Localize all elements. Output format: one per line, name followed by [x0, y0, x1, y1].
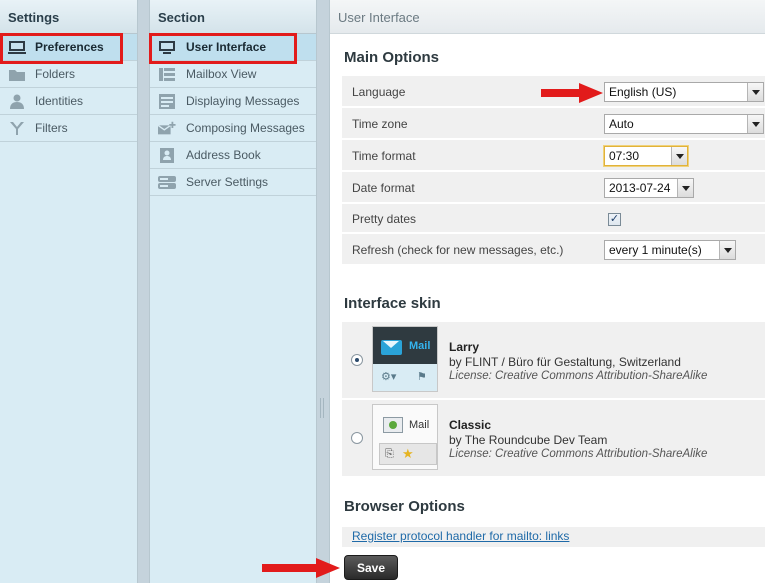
- contact-card-icon: [160, 148, 174, 163]
- option-row-timezone: Time zone Auto: [342, 108, 765, 140]
- interface-skin-heading: Interface skin: [344, 295, 441, 312]
- refresh-select-value: every 1 minute(s): [609, 243, 702, 257]
- main-options-table: Language English (US) Time zone Auto Tim…: [342, 76, 765, 266]
- monitor-icon: [159, 41, 175, 54]
- section-item-label: Address Book: [186, 148, 261, 162]
- section-item-displaying-messages[interactable]: Displaying Messages: [150, 88, 316, 115]
- section-item-user-interface[interactable]: User Interface: [150, 34, 316, 61]
- section-item-label: Displaying Messages: [186, 94, 300, 108]
- settings-nav: Preferences Folders Identities Filters: [0, 34, 137, 142]
- option-row-date-format: Date format 2013-07-24: [342, 172, 765, 204]
- date-format-select-value: 2013-07-24: [609, 181, 671, 195]
- folder-icon: [9, 70, 25, 81]
- section-nav: User Interface Mailbox View Displaying M…: [150, 34, 316, 196]
- section-item-label: Server Settings: [186, 175, 269, 189]
- reply-icon: ⎘: [385, 448, 394, 460]
- envelope-icon: [383, 417, 403, 433]
- skin-license: License: Creative Commons Attribution-Sh…: [449, 448, 708, 460]
- envelope-icon: [381, 340, 402, 355]
- chevron-down-icon: [671, 147, 687, 165]
- skin-name: Classic: [449, 418, 492, 432]
- timezone-select[interactable]: Auto: [604, 114, 764, 134]
- date-format-select[interactable]: 2013-07-24: [604, 178, 694, 198]
- section-item-address-book[interactable]: Address Book: [150, 142, 316, 169]
- time-format-select[interactable]: 07:30: [604, 146, 688, 166]
- register-protocol-handler-link[interactable]: Register protocol handler for mailto: li…: [352, 529, 569, 543]
- compose-mail-icon: [158, 121, 176, 135]
- section-item-label: User Interface: [186, 40, 267, 54]
- skin-author: by The Roundcube Dev Team: [449, 433, 608, 447]
- skin-radio-larry[interactable]: [351, 354, 363, 366]
- save-button[interactable]: Save: [344, 555, 398, 580]
- chevron-down-icon: [719, 241, 735, 259]
- chevron-down-icon: [747, 83, 763, 101]
- skin-name: Larry: [449, 340, 480, 354]
- pane-splitter-handle[interactable]: [320, 398, 326, 418]
- timezone-select-value: Auto: [609, 117, 634, 131]
- settings-item-label: Folders: [35, 67, 76, 81]
- section-header: Section: [150, 0, 316, 34]
- option-label: Time format: [352, 149, 416, 163]
- option-label: Pretty dates: [352, 212, 417, 226]
- settings-item-folders[interactable]: Folders: [0, 61, 137, 88]
- page-title: User Interface: [330, 0, 765, 34]
- skin-option-classic[interactable]: Mail ⎘ ★ Classic by The Roundcube Dev Te…: [342, 400, 765, 476]
- skin-author: by FLINT / Büro für Gestaltung, Switzerl…: [449, 355, 681, 369]
- thumbnail-mail-label: Mail: [409, 419, 430, 431]
- skin-license: License: Creative Commons Attribution-Sh…: [449, 370, 708, 382]
- section-item-server-settings[interactable]: Server Settings: [150, 169, 316, 196]
- settings-header: Settings: [0, 0, 137, 34]
- protocol-handler-row: Register protocol handler for mailto: li…: [342, 527, 765, 547]
- option-row-pretty-dates: Pretty dates ✓: [342, 204, 765, 234]
- skin-option-larry[interactable]: Mail ⚙▾ ⚑ Larry by FLINT / Büro für Gest…: [342, 322, 765, 398]
- time-format-select-value: 07:30: [609, 149, 640, 163]
- settings-item-label: Identities: [35, 94, 84, 108]
- section-column: Section User Interface Mailbox View Disp…: [149, 0, 317, 583]
- option-label: Language: [352, 85, 406, 99]
- browser-options-heading: Browser Options: [344, 498, 465, 515]
- settings-item-identities[interactable]: Identities: [0, 88, 137, 115]
- section-item-mailbox-view[interactable]: Mailbox View: [150, 61, 316, 88]
- flag-icon: ⚑: [417, 371, 427, 383]
- thumbnail-mail-label: Mail: [409, 340, 431, 352]
- settings-column: Settings Preferences Folders Identities: [0, 0, 138, 583]
- chevron-down-icon: [747, 115, 763, 133]
- pretty-dates-checkbox[interactable]: ✓: [608, 213, 621, 226]
- list-view-icon: [159, 68, 175, 81]
- settings-item-label: Filters: [35, 121, 68, 135]
- chevron-down-icon: [677, 179, 693, 197]
- filter-icon: [10, 122, 24, 135]
- classic-skin-thumbnail: Mail ⎘ ★: [372, 404, 438, 470]
- main-panel: User Interface Main Options Language Eng…: [329, 0, 765, 583]
- settings-item-preferences[interactable]: Preferences: [0, 34, 137, 61]
- option-label: Time zone: [352, 117, 408, 131]
- larry-skin-thumbnail: Mail ⚙▾ ⚑: [372, 326, 438, 392]
- option-row-time-format: Time format 07:30: [342, 140, 765, 172]
- language-select-value: English (US): [609, 85, 677, 99]
- language-select[interactable]: English (US): [604, 82, 764, 102]
- server-icon: [158, 176, 176, 189]
- section-item-label: Mailbox View: [186, 67, 257, 81]
- monitor-icon: [8, 41, 26, 54]
- option-label: Refresh (check for new messages, etc.): [352, 243, 564, 257]
- settings-item-filters[interactable]: Filters: [0, 115, 137, 142]
- option-row-refresh: Refresh (check for new messages, etc.) e…: [342, 234, 765, 266]
- gear-icon: ⚙▾: [381, 371, 397, 383]
- section-item-composing-messages[interactable]: Composing Messages: [150, 115, 316, 142]
- section-item-label: Composing Messages: [186, 121, 305, 135]
- option-label: Date format: [352, 181, 415, 195]
- refresh-select[interactable]: every 1 minute(s): [604, 240, 736, 260]
- option-row-language: Language English (US): [342, 76, 765, 108]
- skin-radio-classic[interactable]: [351, 432, 363, 444]
- person-icon: [10, 94, 24, 109]
- star-icon: ★: [402, 446, 414, 461]
- main-options-heading: Main Options: [344, 49, 439, 66]
- settings-item-label: Preferences: [35, 40, 104, 54]
- document-icon: [159, 94, 175, 109]
